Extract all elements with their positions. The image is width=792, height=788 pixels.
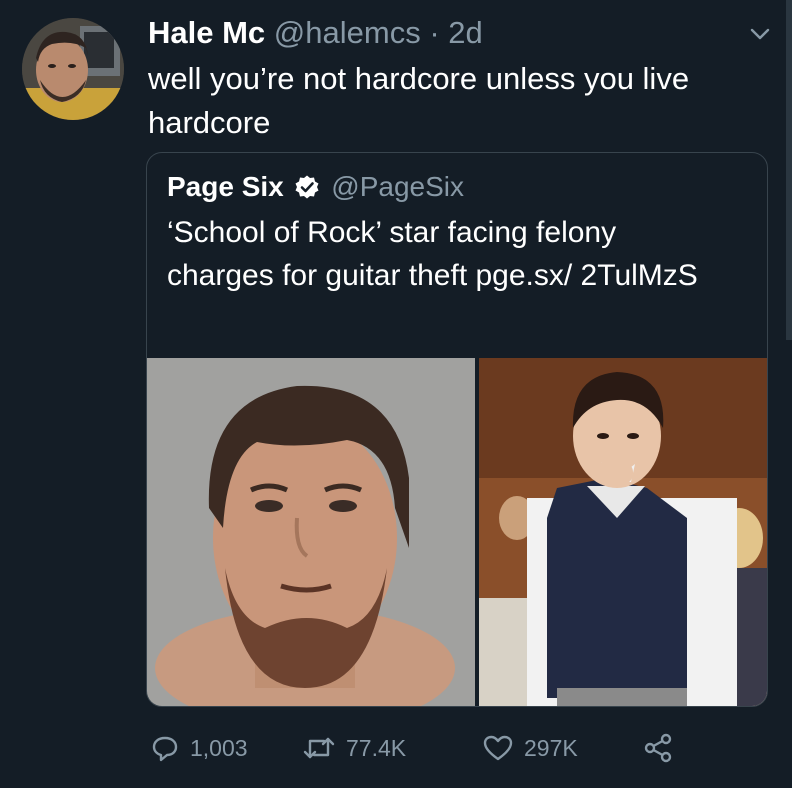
retweet-button[interactable]: 77.4K <box>302 728 406 768</box>
tweet-view: Hale Mc @halemcs · 2d well you’re not ha… <box>0 0 792 788</box>
quoted-display-name: Page Six <box>167 171 284 202</box>
movie-still-image <box>479 358 767 706</box>
retweet-icon <box>303 737 335 759</box>
reply-count: 1,003 <box>190 734 248 761</box>
like-button[interactable]: 297K <box>482 728 578 768</box>
tweet-header: Hale Mc @halemcs · 2d <box>148 14 483 52</box>
share-icon <box>644 733 672 763</box>
retweet-count: 77.4K <box>346 734 407 761</box>
separator-dot: · <box>429 15 440 50</box>
quoted-user-handle: @PageSix <box>331 171 465 202</box>
chevron-down-icon[interactable] <box>748 24 772 44</box>
display-name[interactable]: Hale Mc <box>148 15 265 50</box>
like-count: 297K <box>524 734 578 761</box>
reply-button[interactable]: 1,003 <box>150 728 248 768</box>
heart-icon <box>483 735 513 761</box>
user-handle[interactable]: @halemcs <box>274 15 421 50</box>
timestamp[interactable]: 2d <box>448 15 482 50</box>
share-button[interactable] <box>642 728 684 768</box>
avatar[interactable] <box>22 18 124 120</box>
quoted-tweet-header: Page Six @PageSix <box>167 169 464 205</box>
verified-badge-icon <box>294 173 320 199</box>
tweet-actions: 1,003 77.4K 297K <box>146 728 706 768</box>
quoted-tweet-card[interactable]: Page Six @PageSix ‘School of Rock’ star … <box>146 152 768 707</box>
reply-icon <box>152 736 178 762</box>
mugshot-image <box>147 358 475 706</box>
quoted-tweet-media[interactable] <box>147 358 767 706</box>
quoted-tweet-text: ‘School of Rock’ star facing felony char… <box>167 216 698 292</box>
scrollbar[interactable] <box>786 0 792 340</box>
tweet-text: well you’re not hardcore unless you live… <box>148 61 690 140</box>
